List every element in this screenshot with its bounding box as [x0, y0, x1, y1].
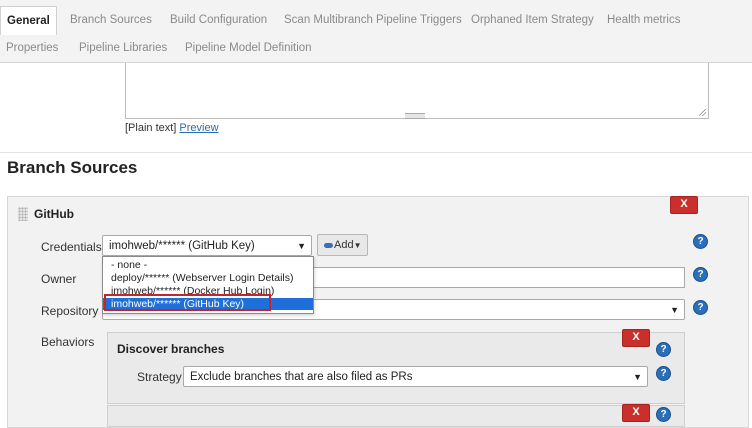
owner-help-icon[interactable]: ? [693, 267, 708, 282]
plain-text-label: [Plain text] [125, 122, 177, 134]
discover-branches-title: Discover branches [117, 342, 225, 356]
textarea-grip-icon[interactable] [405, 113, 425, 119]
add-button-label: Add [334, 239, 354, 251]
tab-pipeline-model-definition[interactable]: Pipeline Model Definition [185, 34, 312, 62]
tab-branch-sources[interactable]: Branch Sources [70, 6, 152, 34]
section-divider [0, 152, 752, 153]
credentials-label: Credentials [41, 240, 102, 254]
resize-handle-icon[interactable] [699, 109, 706, 116]
delete-behavior-button[interactable]: X [622, 329, 650, 347]
tab-properties[interactable]: Properties [6, 34, 58, 62]
branch-sources-heading: Branch Sources [7, 158, 138, 177]
github-source-title: GitHub [34, 207, 74, 221]
credentials-option-webserver[interactable]: deploy/****** (Webserver Login Details) [103, 272, 313, 284]
credentials-help-icon[interactable]: ? [693, 234, 708, 249]
tab-build-configuration[interactable]: Build Configuration [170, 6, 267, 34]
credentials-selected-value: imohweb/****** (GitHub Key) [109, 240, 255, 252]
dropdown-arrow-icon: ▼ [353, 241, 362, 250]
chevron-down-icon: ▼ [670, 305, 679, 315]
strategy-help-icon[interactable]: ? [656, 366, 671, 381]
preview-link[interactable]: Preview [179, 122, 218, 134]
description-textarea[interactable] [125, 63, 709, 119]
description-format-note: [Plain text] Preview [125, 122, 219, 134]
delete-next-behavior-button[interactable]: X [622, 404, 650, 422]
tab-pipeline-libraries[interactable]: Pipeline Libraries [79, 34, 167, 62]
repository-label: Repository [41, 304, 99, 318]
strategy-label: Strategy [137, 370, 182, 384]
add-credentials-button[interactable]: Add▼ [317, 234, 368, 256]
repository-help-icon[interactable]: ? [693, 300, 708, 315]
credentials-option-none[interactable]: - none - [103, 259, 313, 271]
tab-health-metrics[interactable]: Health metrics [607, 6, 681, 34]
strategy-selected-value: Exclude branches that are also filed as … [190, 371, 413, 383]
chevron-down-icon: ▼ [633, 372, 642, 382]
discover-branches-help-icon[interactable]: ? [656, 342, 671, 357]
chevron-down-icon: ▼ [297, 241, 306, 251]
highlight-box [104, 294, 271, 311]
config-tab-bar: General Branch Sources Build Configurati… [0, 0, 752, 63]
delete-source-button[interactable]: X [670, 196, 698, 214]
drag-handle-icon[interactable] [18, 207, 28, 221]
tab-scan-triggers[interactable]: Scan Multibranch Pipeline Triggers [284, 6, 462, 34]
strategy-select[interactable]: Exclude branches that are also filed as … [183, 366, 648, 387]
tab-orphaned-item-strategy[interactable]: Orphaned Item Strategy [471, 6, 594, 34]
behaviors-label: Behaviors [41, 335, 95, 349]
owner-label: Owner [41, 272, 77, 286]
key-icon [324, 242, 333, 248]
credentials-select[interactable]: imohweb/****** (GitHub Key) ▼ [102, 235, 312, 256]
next-behavior-panel [107, 405, 685, 427]
tab-general[interactable]: General [0, 6, 57, 35]
